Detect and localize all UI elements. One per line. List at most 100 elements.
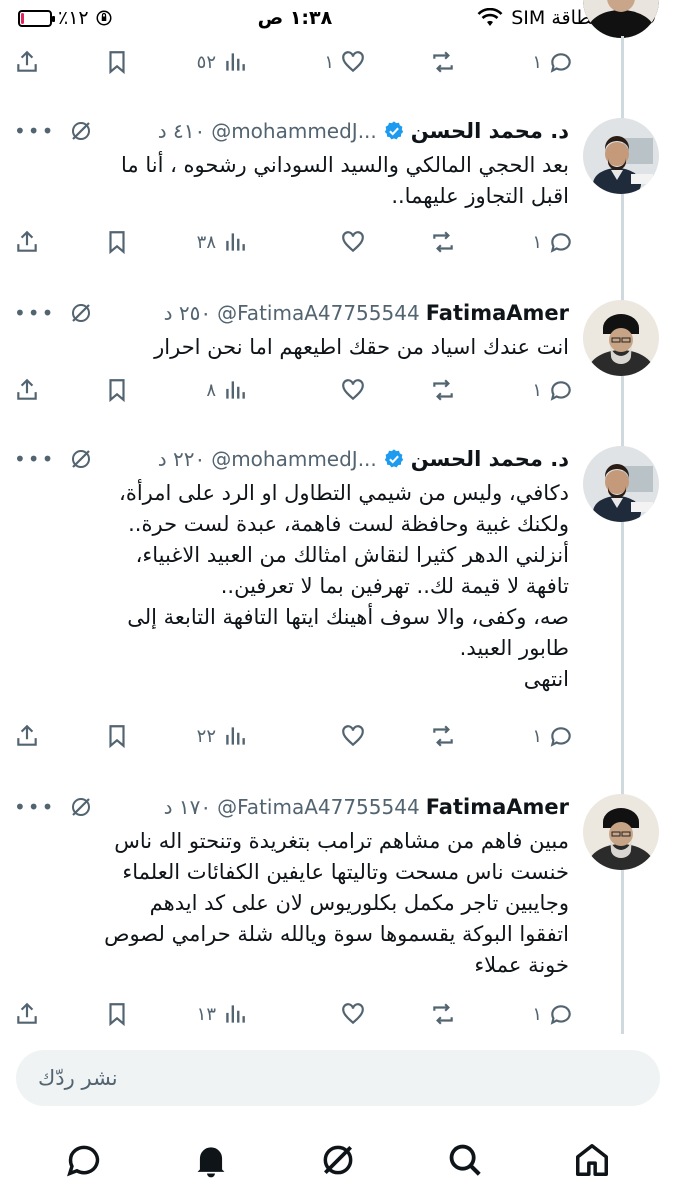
views-button[interactable]: ٣٨ [194,229,248,255]
more-options-icon[interactable]: ••• [14,301,55,325]
tweet-time[interactable]: ٢٥٠ د [164,301,212,325]
tweet-text: بعد الحجي المالكي والسيد السوداني رشحوه … [121,153,569,208]
display-name[interactable]: د. محمد الحسن [411,447,569,471]
tweet[interactable]: FatimaAmer @FatimaA47755544 ١٧٠ د ••• مب… [0,784,675,1038]
more-options-icon[interactable]: ••• [14,795,55,819]
retweet-button[interactable] [430,1001,456,1027]
reply-icon [550,233,571,253]
like-button[interactable]: ١ [312,49,366,75]
bookmark-button[interactable] [104,723,130,749]
tweet-actions: ٣٨ ١ [14,222,574,262]
nav-messages[interactable] [59,1135,109,1185]
tweet-time[interactable]: ٤١٠ د [158,119,206,143]
grok-icon[interactable] [69,301,93,325]
retweet-button[interactable] [430,49,456,75]
reply-button[interactable]: ١ [520,49,574,75]
share-button[interactable] [14,49,40,75]
like-button[interactable] [312,1001,366,1027]
share-icon [17,50,37,72]
retweet-button[interactable] [430,229,456,255]
likes-count: ١ [324,51,334,73]
avatar-image [583,300,659,376]
notifications-icon [197,1147,224,1178]
replies-count: ١ [532,379,542,401]
status-time: ١:٣٨ ص [257,7,333,29]
bookmark-icon [109,231,125,255]
heart-icon [342,1003,364,1025]
avatar[interactable] [583,446,659,522]
replies-count: ١ [532,51,542,73]
grok-icon[interactable] [69,447,93,471]
share-icon [17,230,37,252]
share-icon [17,724,37,746]
views-button[interactable]: ٥٢ [194,49,248,75]
reply-input[interactable]: نشر ردّك [16,1050,660,1106]
retweet-icon [433,379,453,401]
heart-icon [342,379,364,401]
tweet[interactable]: FatimaAmer @FatimaA47755544 ٢٥٠ د ••• ان… [0,290,675,414]
views-count: ١٣ [196,1003,216,1025]
bookmark-button[interactable] [104,377,130,403]
tweet[interactable]: د. محمد الحسن @mohammedJ... ٤١٠ د ••• بع… [0,108,675,266]
bookmark-button[interactable] [104,1001,130,1027]
tweet[interactable]: د. محمد الحسن @mohammedJ... ٢٢٠ د ••• دك… [0,436,675,760]
reply-button[interactable]: ١ [520,723,574,749]
user-handle[interactable]: @FatimaA47755544 [217,301,420,325]
tweet-time[interactable]: ٢٢٠ د [158,447,206,471]
grok-icon[interactable] [69,795,93,819]
rotation-lock-icon [96,10,112,26]
header-icons: ••• [14,301,93,325]
retweet-button[interactable] [430,723,456,749]
views-button[interactable]: ٨ [194,377,248,403]
avatar[interactable] [583,118,659,194]
reply-icon [550,727,571,747]
retweet-icon [433,231,453,253]
share-button[interactable] [14,1001,40,1027]
like-button[interactable] [312,377,366,403]
nav-notifications[interactable] [186,1135,236,1185]
bookmark-icon [109,51,125,75]
views-count: ٨ [206,379,216,401]
avatar[interactable] [583,300,659,376]
reply-button[interactable]: ١ [520,377,574,403]
grok-icon [323,1145,352,1175]
bookmark-button[interactable] [104,229,130,255]
like-button[interactable] [312,229,366,255]
avatar[interactable] [583,794,659,870]
verified-badge-icon [384,121,403,140]
tweet-time[interactable]: ١٧٠ د [164,795,212,819]
heart-icon [342,231,364,253]
views-button[interactable]: ١٣ [194,1001,248,1027]
tweet-actions: ٨ ١ [14,370,574,410]
bookmark-button[interactable] [104,49,130,75]
more-options-icon[interactable]: ••• [14,119,55,143]
wifi-icon [477,8,503,26]
display-name[interactable]: د. محمد الحسن [411,119,569,143]
like-button[interactable] [312,723,366,749]
more-options-icon[interactable]: ••• [14,447,55,471]
views-icon [226,53,245,71]
header-icons: ••• [14,119,93,143]
share-button[interactable] [14,229,40,255]
share-button[interactable] [14,723,40,749]
battery-icon [18,9,55,27]
reply-button[interactable]: ١ [520,229,574,255]
reply-placeholder: نشر ردّك [38,1066,118,1090]
display-name[interactable]: FatimaAmer [426,795,569,819]
nav-search[interactable] [440,1135,490,1185]
grok-icon[interactable] [69,119,93,143]
search-icon [449,1144,481,1176]
share-button[interactable] [14,377,40,403]
user-handle[interactable]: @FatimaA47755544 [217,795,420,819]
user-handle[interactable]: @mohammedJ... [211,119,377,143]
nav-grok[interactable] [313,1135,363,1185]
bookmark-icon [109,379,125,403]
display-name[interactable]: FatimaAmer [426,301,569,325]
views-button[interactable]: ٢٢ [194,723,248,749]
reply-icon [550,53,571,73]
retweet-button[interactable] [430,377,456,403]
reply-button[interactable]: ١ [520,1001,574,1027]
verified-badge-icon [384,449,403,468]
nav-home[interactable] [567,1135,617,1185]
user-handle[interactable]: @mohammedJ... [211,447,377,471]
